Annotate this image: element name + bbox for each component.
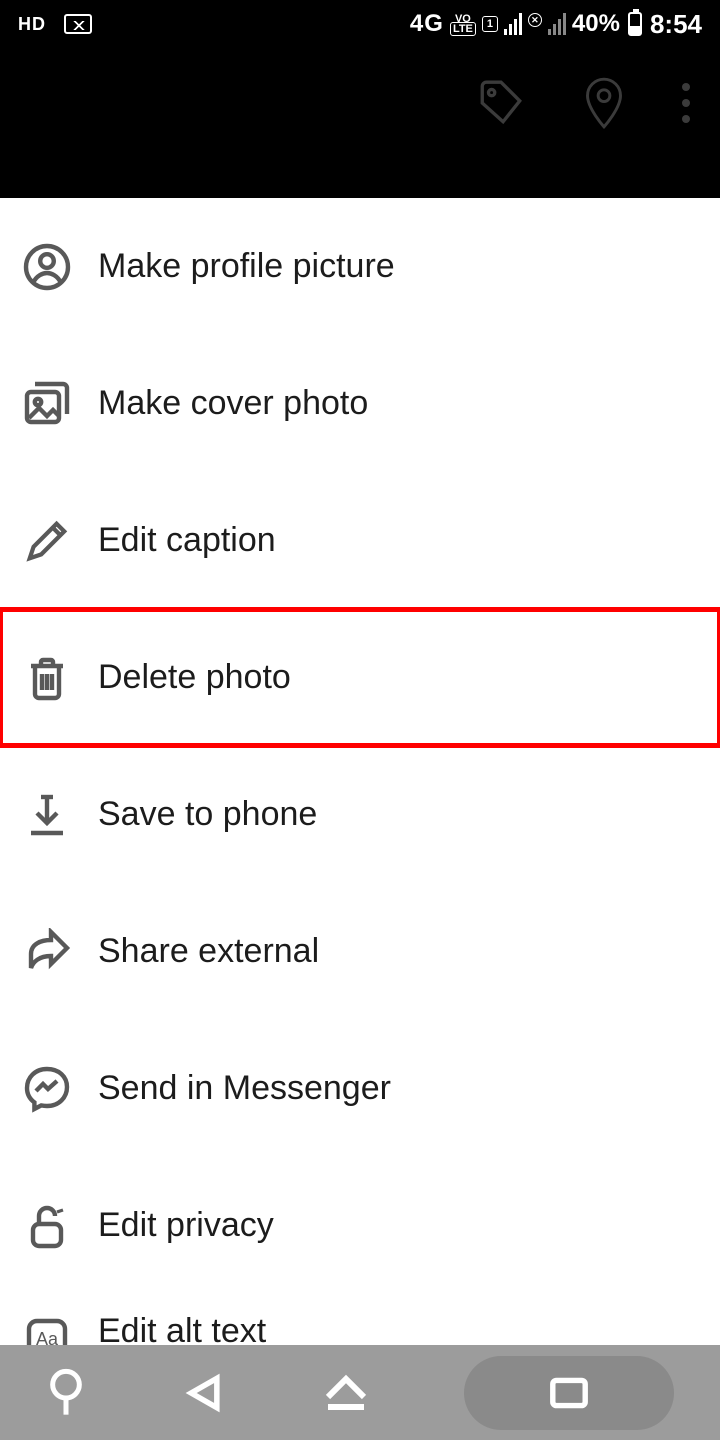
save-to-phone-item[interactable]: Save to phone bbox=[0, 746, 720, 883]
recents-nav-button[interactable] bbox=[464, 1356, 674, 1430]
send-in-messenger-item[interactable]: Send in Messenger bbox=[0, 1020, 720, 1157]
photo-header-bar bbox=[0, 48, 720, 198]
tag-icon[interactable] bbox=[476, 78, 526, 128]
no-service-icon: ✕ bbox=[528, 13, 542, 27]
menu-item-label: Edit caption bbox=[98, 521, 276, 560]
screenshot-notification-icon bbox=[64, 14, 92, 34]
delete-photo-item[interactable]: Delete photo bbox=[0, 609, 720, 746]
menu-item-label: Make cover photo bbox=[98, 384, 368, 423]
menu-item-label: Make profile picture bbox=[98, 247, 395, 286]
android-nav-bar bbox=[0, 1345, 720, 1440]
battery-icon bbox=[628, 12, 642, 36]
photos-icon bbox=[22, 379, 72, 429]
lock-icon bbox=[22, 1201, 72, 1251]
signal-strength-2-icon bbox=[548, 13, 566, 35]
make-profile-picture-item[interactable]: Make profile picture bbox=[0, 198, 720, 335]
home-nav-icon[interactable] bbox=[321, 1373, 371, 1413]
network-type: 4G bbox=[410, 10, 444, 38]
share-arrow-icon bbox=[22, 927, 72, 977]
back-nav-icon[interactable] bbox=[179, 1371, 229, 1415]
location-icon[interactable] bbox=[582, 76, 626, 130]
status-right: 4G VOLTE 1 ✕ 40% 8:54 bbox=[410, 9, 702, 40]
battery-percent: 40% bbox=[572, 10, 620, 38]
menu-item-label: Delete photo bbox=[98, 658, 291, 697]
signal-strength-icon bbox=[504, 13, 522, 35]
header-actions bbox=[476, 76, 690, 130]
volte-indicator: VOLTE bbox=[450, 14, 476, 34]
status-left: HD bbox=[18, 14, 92, 35]
clock: 8:54 bbox=[650, 9, 702, 40]
download-icon bbox=[22, 790, 72, 840]
edit-caption-item[interactable]: Edit caption bbox=[0, 472, 720, 609]
status-bar: HD 4G VOLTE 1 ✕ 40% 8:54 bbox=[0, 0, 720, 48]
sim-indicator: 1 bbox=[482, 16, 498, 32]
share-external-item[interactable]: Share external bbox=[0, 883, 720, 1020]
profile-icon bbox=[22, 242, 72, 292]
make-cover-photo-item[interactable]: Make cover photo bbox=[0, 335, 720, 472]
trash-icon bbox=[22, 653, 72, 703]
menu-item-label: Send in Messenger bbox=[98, 1069, 391, 1108]
assistant-nav-icon[interactable] bbox=[46, 1367, 86, 1419]
menu-item-label: Save to phone bbox=[98, 795, 317, 834]
messenger-icon bbox=[22, 1064, 72, 1114]
pencil-icon bbox=[22, 516, 72, 566]
menu-item-label: Edit privacy bbox=[98, 1206, 274, 1245]
more-options-icon[interactable] bbox=[682, 83, 690, 123]
menu-item-label: Share external bbox=[98, 932, 319, 971]
photo-options-menu: Make profile picture Make cover photo Ed… bbox=[0, 198, 720, 1384]
hd-indicator: HD bbox=[18, 14, 46, 35]
edit-privacy-item[interactable]: Edit privacy bbox=[0, 1157, 720, 1294]
